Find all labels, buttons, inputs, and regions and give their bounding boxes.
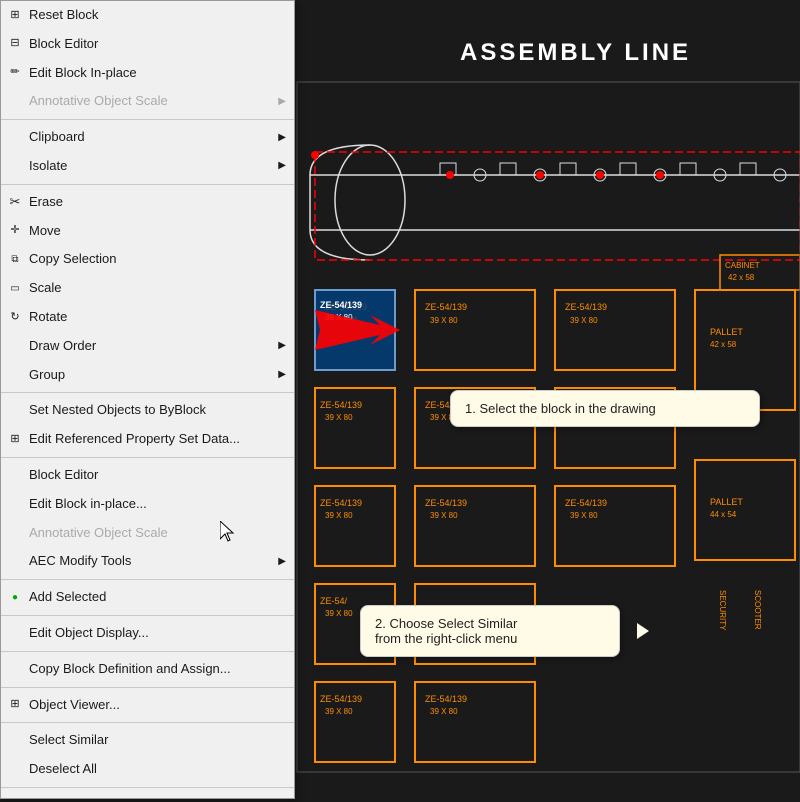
menu-item-isolate[interactable]: Isolate [1, 152, 294, 181]
menu-item-edit-referenced[interactable]: ⊞ Edit Referenced Property Set Data... [1, 425, 294, 454]
menu-item-select-similar-1[interactable]: Select Similar [1, 726, 294, 755]
edit-block-icon: ✏ [7, 65, 23, 81]
svg-text:39 X 80: 39 X 80 [570, 316, 598, 325]
separator-6 [1, 615, 294, 616]
menu-item-copy-block-def[interactable]: Copy Block Definition and Assign... [1, 655, 294, 684]
svg-text:44 x 54: 44 x 54 [710, 510, 737, 519]
menu-item-scale[interactable]: ▭ Scale [1, 274, 294, 303]
svg-text:PALLET: PALLET [710, 327, 743, 337]
tooltip-2-line2: from the right-click menu [375, 631, 517, 646]
svg-text:ZE-54/139: ZE-54/139 [425, 498, 467, 508]
tooltip-select-block: 1. Select the block in the drawing [450, 390, 760, 427]
separator-5 [1, 579, 294, 580]
erase-icon: ✂ [7, 194, 23, 210]
menu-item-add-selected-top[interactable]: ● Add Selected [1, 583, 294, 612]
svg-text:39 X 80: 39 X 80 [430, 707, 458, 716]
move-icon: ✛ [7, 223, 23, 239]
menu-item-block-editor-2[interactable]: Block Editor [1, 461, 294, 490]
menu-item-deselect-all-1[interactable]: Deselect All [1, 755, 294, 784]
menu-item-object-viewer[interactable]: ⊞ Object Viewer... [1, 691, 294, 720]
separator-3 [1, 392, 294, 393]
svg-text:39 X 80: 39 X 80 [430, 511, 458, 520]
menu-item-set-nested[interactable]: Set Nested Objects to ByBlock [1, 396, 294, 425]
svg-text:SCOOTER: SCOOTER [753, 590, 762, 630]
separator-7 [1, 651, 294, 652]
menu-item-copy-selection[interactable]: ⧉ Copy Selection [1, 245, 294, 274]
svg-text:39 X 80: 39 X 80 [325, 413, 353, 422]
menu-item-aec-modify[interactable]: AEC Modify Tools [1, 547, 294, 576]
rotate-icon: ↻ [7, 309, 23, 325]
svg-text:ZE-54/139: ZE-54/139 [565, 498, 607, 508]
menu-item-properties[interactable]: Properties [1, 791, 294, 799]
add-selected-top-icon: ● [7, 590, 23, 606]
menu-item-edit-object-display[interactable]: Edit Object Display... [1, 619, 294, 648]
svg-text:ZE-54/139: ZE-54/139 [565, 302, 607, 312]
svg-text:CABINET: CABINET [725, 261, 760, 270]
scale-icon: ▭ [7, 281, 23, 297]
separator-1 [1, 119, 294, 120]
menu-item-draw-order[interactable]: Draw Order [1, 332, 294, 361]
mouse-cursor [220, 521, 236, 541]
svg-text:ASSEMBLY LINE: ASSEMBLY LINE [460, 39, 691, 66]
svg-text:42 x 58: 42 x 58 [728, 273, 755, 282]
menu-item-move[interactable]: ✛ Move [1, 217, 294, 246]
svg-text:PALLET: PALLET [710, 497, 743, 507]
svg-text:ZE-54/139: ZE-54/139 [320, 300, 362, 310]
menu-item-reset-block[interactable]: ⊞ Reset Block [1, 1, 294, 30]
menu-item-block-editor-top[interactable]: ⊟ Block Editor [1, 30, 294, 59]
menu-item-edit-block-inplace-2[interactable]: Edit Block in-place... [1, 490, 294, 519]
edit-referenced-icon: ⊞ [7, 432, 23, 448]
tooltip-1-text: 1. Select the block in the drawing [465, 401, 656, 416]
context-menu: ⊞ Reset Block ⊟ Block Editor ✏ Edit Bloc… [0, 0, 295, 799]
svg-text:ZE-54/139: ZE-54/139 [320, 694, 362, 704]
svg-text:42 x 58: 42 x 58 [710, 340, 737, 349]
svg-text:ZE-54/139: ZE-54/139 [425, 302, 467, 312]
object-viewer-icon: ⊞ [7, 697, 23, 713]
separator-4 [1, 457, 294, 458]
svg-text:SECURITY: SECURITY [718, 590, 727, 631]
copy-icon: ⧉ [7, 252, 23, 268]
svg-text:39 X 80: 39 X 80 [325, 609, 353, 618]
reset-block-icon: ⊞ [7, 7, 23, 23]
menu-item-annotative-scale-2[interactable]: Annotative Object Scale [1, 519, 294, 548]
menu-item-annotative-scale[interactable]: Annotative Object Scale [1, 87, 294, 116]
block-editor-icon: ⊟ [7, 36, 23, 52]
svg-text:39 X 80: 39 X 80 [325, 511, 353, 520]
svg-text:ZE-54/139: ZE-54/139 [320, 498, 362, 508]
menu-item-erase[interactable]: ✂ Erase [1, 188, 294, 217]
tooltip-select-similar: 2. Choose Select Similar from the right-… [360, 605, 620, 657]
menu-item-clipboard[interactable]: Clipboard [1, 123, 294, 152]
tooltip-2-line1: 2. Choose Select Similar [375, 616, 517, 631]
separator-8 [1, 687, 294, 688]
svg-text:39 X 80: 39 X 80 [570, 511, 598, 520]
separator-9 [1, 722, 294, 723]
svg-text:39 X 80: 39 X 80 [430, 316, 458, 325]
separator-2 [1, 184, 294, 185]
menu-item-edit-block-inplace[interactable]: ✏ Edit Block In-place [1, 59, 294, 88]
svg-text:ZE-54/139: ZE-54/139 [425, 694, 467, 704]
svg-text:39 X 80: 39 X 80 [325, 707, 353, 716]
svg-text:ZE-54/139: ZE-54/139 [320, 400, 362, 410]
separator-10 [1, 787, 294, 788]
tooltip-2-arrow [637, 623, 649, 639]
menu-item-rotate[interactable]: ↻ Rotate [1, 303, 294, 332]
menu-item-group[interactable]: Group [1, 361, 294, 390]
svg-text:ZE-54/: ZE-54/ [320, 596, 348, 606]
